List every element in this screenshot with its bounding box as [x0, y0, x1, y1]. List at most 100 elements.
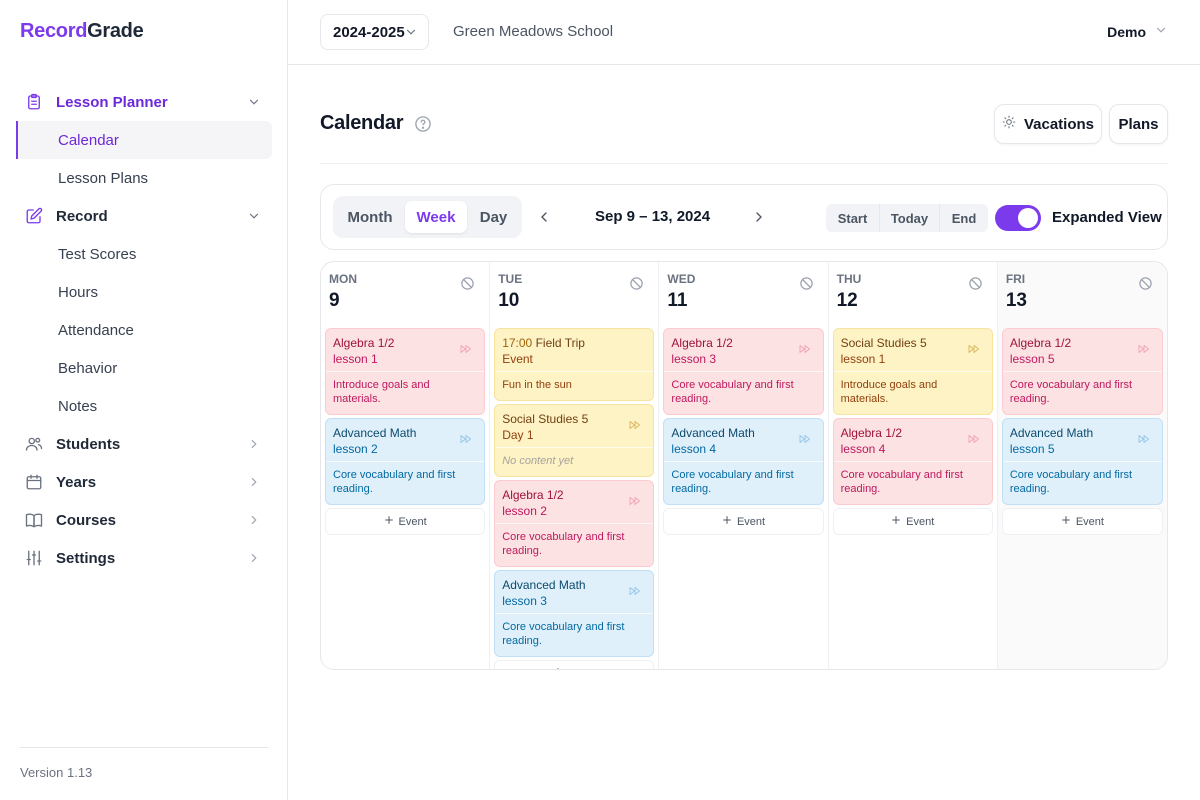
previous-week-button[interactable]: [536, 209, 552, 230]
chevron-down-icon: [246, 208, 262, 224]
app-logo[interactable]: RecordGrade: [20, 20, 144, 43]
block-icon[interactable]: [799, 276, 814, 296]
add-event-button[interactable]: Event: [325, 508, 486, 535]
card-divider: [326, 371, 485, 372]
plus-icon: [384, 515, 394, 528]
expanded-view-toggle[interactable]: [995, 205, 1041, 231]
block-icon[interactable]: [968, 276, 983, 296]
lesson-card[interactable]: Algebra 1/2 lesson 5 Core vocabulary and f…: [1001, 328, 1164, 415]
add-event-button[interactable]: Event: [832, 508, 993, 535]
fast-forward-icon[interactable]: [460, 341, 472, 359]
next-week-button[interactable]: [751, 209, 767, 230]
sidebar-item-calendar[interactable]: Calendar: [16, 121, 272, 159]
card-subtitle: lesson 1: [333, 352, 378, 366]
lesson-card[interactable]: Advanced Math lesson 4 Core vocabulary and…: [663, 418, 824, 505]
sidebar-item-hours[interactable]: Hours: [16, 273, 272, 311]
sidebar-section-students[interactable]: Students: [16, 425, 272, 463]
lesson-card[interactable]: Social Studies 5 Day 1 No content yet: [494, 404, 655, 477]
jump-today-button[interactable]: Today: [880, 204, 940, 232]
view-week-button[interactable]: Week: [405, 201, 467, 233]
sidebar-section-years[interactable]: Years: [16, 463, 272, 501]
lesson-card[interactable]: Advanced Math lesson 5 Core vocabulary and…: [1001, 418, 1164, 505]
day-column-wed: WED 11 Algebra 1/2 lesson 3 Core vocabulary …: [659, 262, 829, 669]
card-title: Social Studies 5: [502, 411, 646, 427]
day-column-tue: TUE 10 17:00 Field Trip Event Fun in the sun…: [490, 262, 660, 669]
jump-start-button[interactable]: Start: [826, 204, 880, 232]
add-event-label: Event: [736, 515, 766, 528]
lesson-card[interactable]: Algebra 1/2 lesson 4 Core vocabulary and f…: [832, 418, 993, 505]
lesson-card[interactable]: Algebra 1/2 lesson 3 Core vocabulary and f…: [663, 328, 824, 415]
card-divider: [833, 371, 992, 372]
fast-forward-icon[interactable]: [799, 431, 811, 449]
card-description: Introduce goals and materials.: [333, 379, 430, 405]
view-month-button[interactable]: Month: [339, 201, 401, 233]
sidebar-section-courses[interactable]: Courses: [16, 501, 272, 539]
sidebar-item-behavior[interactable]: Behavior: [16, 349, 272, 387]
fast-forward-icon[interactable]: [1138, 431, 1150, 449]
card-title: Advanced Math: [671, 425, 815, 441]
lesson-card[interactable]: 17:00 Field Trip Event Fun in the sun: [494, 328, 655, 401]
sidebar-item-notes[interactable]: Notes: [16, 387, 272, 425]
card-divider: [495, 371, 654, 372]
day-header: FRI 13: [998, 262, 1167, 328]
day-cards: Algebra 1/2 lesson 5 Core vocabulary and f…: [998, 328, 1167, 535]
fast-forward-icon[interactable]: [1138, 341, 1150, 359]
day-cards: Social Studies 5 lesson 1 Introduce goals …: [829, 328, 997, 535]
fast-forward-icon[interactable]: [629, 493, 641, 511]
card-divider: [1002, 371, 1163, 372]
sidebar-item-attendance[interactable]: Attendance: [16, 311, 272, 349]
sidebar-section-lesson-planner[interactable]: Lesson Planner: [16, 83, 272, 121]
day-cards: Algebra 1/2 lesson 3 Core vocabulary and f…: [659, 328, 827, 535]
card-subtitle: lesson 2: [333, 442, 378, 456]
lesson-card[interactable]: Algebra 1/2 lesson 1 Introduce goals and m…: [325, 328, 486, 415]
lesson-card[interactable]: Algebra 1/2 lesson 2 Core vocabulary and f…: [494, 480, 655, 567]
year-select[interactable]: 2024-2025: [320, 14, 429, 50]
view-day-button[interactable]: Day: [471, 201, 516, 233]
fast-forward-icon[interactable]: [629, 417, 641, 435]
day-of-week: MON: [329, 272, 357, 286]
card-subtitle: lesson 2: [502, 504, 547, 518]
sidebar-item-test-scores[interactable]: Test Scores: [16, 235, 272, 273]
add-event-button[interactable]: Event: [1001, 508, 1164, 535]
lesson-card[interactable]: Advanced Math lesson 2 Core vocabulary and…: [325, 418, 486, 505]
add-event-button[interactable]: Event: [494, 660, 655, 669]
card-description: Introduce goals and materials.: [840, 379, 938, 405]
sliders-icon: [24, 548, 44, 568]
users-icon: [24, 434, 44, 454]
fast-forward-icon[interactable]: [799, 341, 811, 359]
toggle-knob: [1018, 208, 1038, 228]
help-icon[interactable]: [414, 115, 432, 138]
sidebar-item-lesson-plans[interactable]: Lesson Plans: [16, 159, 272, 197]
card-subtitle: lesson 4: [840, 442, 886, 456]
add-event-button[interactable]: Event: [663, 508, 824, 535]
day-number: 11: [667, 290, 688, 311]
sidebar-section-label: Lesson Planner: [56, 93, 168, 111]
date-range: Sep 9 – 13, 2024: [595, 208, 711, 225]
block-icon[interactable]: [629, 276, 644, 296]
user-menu[interactable]: Demo: [1107, 23, 1168, 40]
fast-forward-icon[interactable]: [968, 341, 980, 359]
block-icon[interactable]: [460, 276, 475, 296]
day-header: TUE 10: [490, 262, 658, 328]
fast-forward-icon[interactable]: [629, 583, 641, 601]
vacations-button[interactable]: Vacations: [994, 104, 1102, 144]
plus-icon: [722, 515, 732, 528]
sidebar-section-label: Students: [56, 435, 121, 453]
add-event-label: Event: [1075, 515, 1104, 528]
sidebar-section-settings[interactable]: Settings: [16, 539, 272, 577]
sidebar-section-record[interactable]: Record: [16, 197, 272, 235]
day-number: 12: [836, 290, 858, 311]
card-subtitle: lesson 3: [671, 352, 717, 366]
jump-end-button[interactable]: End: [940, 204, 988, 232]
card-description: Core vocabulary and first reading.: [1009, 469, 1133, 495]
lesson-card[interactable]: Social Studies 5 lesson 1 Introduce goals …: [832, 328, 993, 415]
card-divider: [495, 447, 654, 448]
card-title-text: Social Studies 5: [502, 412, 589, 426]
plans-button[interactable]: Plans: [1109, 104, 1168, 144]
card-title: Algebra 1/2: [502, 487, 646, 503]
lesson-card[interactable]: Advanced Math lesson 3 Core vocabulary and…: [494, 570, 655, 657]
block-icon[interactable]: [1138, 276, 1153, 296]
fast-forward-icon[interactable]: [968, 431, 980, 449]
fast-forward-icon[interactable]: [460, 431, 472, 449]
chevron-right-icon: [246, 512, 262, 528]
